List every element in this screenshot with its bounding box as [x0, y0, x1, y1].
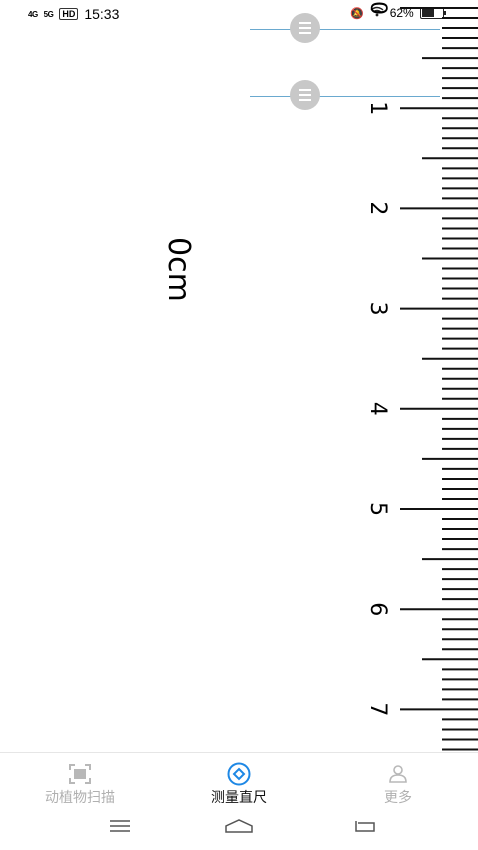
nav-label-ruler: 测量直尺 [211, 790, 267, 806]
nav-label-more: 更多 [384, 790, 412, 806]
ruler-label: 1 [365, 101, 390, 115]
measure-start-handle[interactable] [290, 13, 320, 43]
ruler-label: 2 [365, 201, 390, 215]
handle-grip-icon [299, 22, 311, 24]
measure-start-line [250, 29, 440, 30]
scan-icon [20, 763, 140, 785]
ruler-eye-icon [179, 762, 299, 786]
measure-end-line [250, 96, 440, 97]
handle-grip-icon [299, 89, 311, 91]
nav-item-scan[interactable]: 动植物扫描 [20, 763, 140, 807]
ruler-label: 5 [365, 502, 390, 516]
back-icon[interactable] [352, 818, 376, 838]
person-icon [338, 763, 458, 785]
menu-icon[interactable] [108, 818, 132, 838]
nav-item-more[interactable]: 更多 [338, 763, 458, 807]
home-icon[interactable] [224, 818, 254, 838]
ruler-label: 0 [365, 1, 390, 15]
system-nav-bar [0, 808, 478, 850]
ruler-scale: 0 1 2 3 4 5 6 7 [365, 1, 478, 751]
ruler-label: 7 [365, 702, 390, 716]
ruler-label: 3 [365, 302, 390, 316]
nav-item-ruler[interactable]: 测量直尺 [179, 762, 299, 807]
measurement-reading: 0cm [161, 237, 196, 302]
measure-end-handle[interactable] [290, 80, 320, 110]
nav-label-scan: 动植物扫描 [45, 790, 115, 806]
ruler-label: 4 [365, 402, 390, 416]
ruler-label: 6 [365, 602, 390, 616]
bottom-nav: 动植物扫描 测量直尺 更多 [0, 752, 478, 809]
